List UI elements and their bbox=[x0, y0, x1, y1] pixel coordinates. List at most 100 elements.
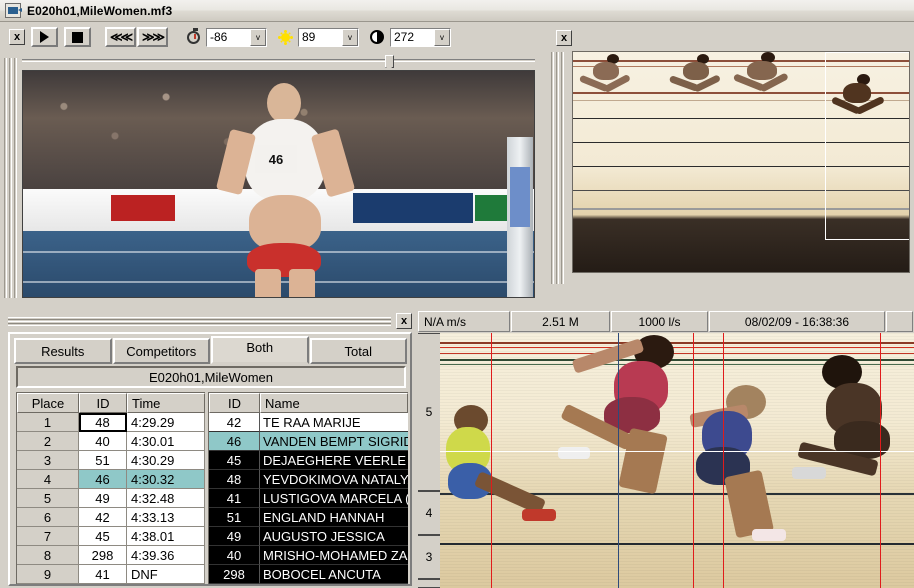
list-item[interactable]: 46 VANDEN BEMPT SIGRID bbox=[209, 432, 408, 451]
lane-marker[interactable]: 4 bbox=[418, 491, 440, 535]
photofinish-panel: N/A m/s 2.51 M 1000 l/s 08/02/09 - 16:38:36… bbox=[418, 306, 914, 588]
contrast-icon bbox=[368, 28, 386, 46]
list-item[interactable]: 298 BOBOCEL ANCUTA bbox=[209, 565, 408, 584]
slider-track[interactable] bbox=[22, 59, 535, 62]
tab-competitors[interactable]: Competitors bbox=[112, 338, 210, 364]
chevron-down-icon[interactable]: v bbox=[342, 28, 358, 46]
status-segment bbox=[886, 311, 913, 332]
measure-line-red[interactable] bbox=[693, 333, 694, 588]
chevron-down-icon[interactable]: v bbox=[434, 28, 450, 46]
brightness-sun-icon bbox=[276, 28, 294, 46]
lane-marker[interactable]: 3 bbox=[418, 535, 440, 579]
forward-button[interactable]: ≫≫ bbox=[137, 27, 168, 47]
column-header-competitor-id[interactable]: ID bbox=[209, 393, 260, 413]
column-header-id[interactable]: ID bbox=[79, 393, 127, 413]
bib-number: 46 bbox=[255, 145, 297, 173]
competitors-table[interactable]: ID Name 42 TE RAA MARIJE 46 VANDEN BEMPT SI… bbox=[208, 392, 408, 584]
video-panel-close-button[interactable]: x bbox=[9, 29, 25, 45]
list-item[interactable]: 40 MRISHO-MOHAMED ZAK bbox=[209, 546, 408, 565]
table-row[interactable]: 9 41 DNF bbox=[17, 565, 205, 584]
column-header-time[interactable]: Time bbox=[127, 393, 205, 413]
photofinish-runner bbox=[444, 405, 562, 525]
cell-time: 4:33.13 bbox=[127, 508, 205, 527]
cell-time: 4:32.48 bbox=[127, 489, 205, 508]
list-item[interactable]: 42 TE RAA MARIJE bbox=[209, 413, 408, 432]
rewind-button[interactable]: ≪≪ bbox=[105, 27, 136, 47]
table-row[interactable]: 3 51 4:30.29 bbox=[17, 451, 205, 470]
time-offset-value: -86 bbox=[207, 28, 250, 46]
filmstrip-selection-box[interactable] bbox=[825, 52, 909, 240]
cell-competitor-id: 42 bbox=[209, 413, 260, 432]
cell-id: 48 bbox=[79, 413, 127, 432]
filmstrip-panel: x bbox=[547, 22, 914, 306]
cell-competitor-id: 48 bbox=[209, 470, 260, 489]
list-item[interactable]: 45 DEJAEGHERE VEERLE bbox=[209, 451, 408, 470]
cell-id: 41 bbox=[79, 565, 127, 584]
contrast-field-group: 272 v bbox=[368, 27, 451, 47]
cell-time: 4:30.32 bbox=[127, 470, 205, 489]
tab-results[interactable]: Results bbox=[14, 338, 112, 364]
results-table-header: Place ID Time bbox=[17, 393, 205, 413]
window-title: E020h01,MileWomen.mf3 bbox=[27, 3, 173, 18]
panel-drag-grip[interactable] bbox=[8, 316, 391, 326]
video-camera-icon bbox=[5, 3, 22, 18]
video-frame[interactable]: 46 bbox=[22, 70, 535, 298]
photofinish-runner bbox=[792, 355, 914, 505]
results-panel-body: Results Competitors Both Total E020h01,M… bbox=[8, 332, 412, 586]
filmstrip-image[interactable] bbox=[572, 51, 910, 273]
photofinish-status-bar: N/A m/s 2.51 M 1000 l/s 08/02/09 - 16:38:36 bbox=[418, 311, 914, 332]
playback-toolbar: x ≪≪ ≫≫ -86 v 89 v 272 v bbox=[0, 22, 547, 52]
competitors-table-body: 42 TE RAA MARIJE 46 VANDEN BEMPT SIGRID 45 DE… bbox=[209, 413, 408, 584]
chevron-down-icon[interactable]: v bbox=[250, 28, 266, 46]
table-row[interactable]: 7 45 4:38.01 bbox=[17, 527, 205, 546]
time-offset-combo[interactable]: -86 v bbox=[206, 27, 267, 47]
lane-marker[interactable] bbox=[418, 579, 440, 588]
column-header-name[interactable]: Name bbox=[260, 393, 408, 413]
video-position-slider[interactable] bbox=[22, 55, 535, 72]
photofinish-image[interactable] bbox=[440, 333, 914, 588]
measure-line-red[interactable] bbox=[880, 333, 881, 588]
measure-line-red[interactable] bbox=[723, 333, 724, 588]
table-row[interactable]: 2 40 4:30.01 bbox=[17, 432, 205, 451]
results-panel-close-button[interactable]: x bbox=[396, 313, 412, 329]
tab-both[interactable]: Both bbox=[211, 336, 309, 364]
table-row[interactable]: 4 46 4:30.32 bbox=[17, 470, 205, 489]
cell-competitor-id: 40 bbox=[209, 546, 260, 565]
measure-line-red[interactable] bbox=[491, 333, 492, 588]
filmstrip-close-button[interactable]: x bbox=[556, 30, 572, 46]
lane-marker[interactable]: 5 bbox=[418, 333, 440, 491]
cell-competitor-name: LUSTIGOVA MARCELA (I bbox=[260, 489, 408, 508]
cell-id: 40 bbox=[79, 432, 127, 451]
tab-total[interactable]: Total bbox=[309, 338, 407, 364]
tab-total-label: Total bbox=[344, 343, 372, 359]
list-item[interactable]: 49 AUGUSTO JESSICA bbox=[209, 527, 408, 546]
cell-id: 49 bbox=[79, 489, 127, 508]
play-button[interactable] bbox=[31, 27, 58, 47]
slider-thumb[interactable] bbox=[384, 55, 394, 72]
table-row[interactable]: 8 298 4:39.36 bbox=[17, 546, 205, 565]
table-row[interactable]: 1 48 4:29.29 bbox=[17, 413, 205, 432]
cell-place: 4 bbox=[17, 470, 79, 489]
horizontal-cursor-line[interactable] bbox=[440, 451, 914, 452]
brightness-combo[interactable]: 89 v bbox=[298, 27, 359, 47]
cell-time: 4:30.01 bbox=[127, 432, 205, 451]
measure-line-blue[interactable] bbox=[618, 333, 619, 588]
cell-competitor-id: 46 bbox=[209, 432, 260, 451]
list-item[interactable]: 48 YEVDOKIMOVA NATALYA bbox=[209, 470, 408, 489]
column-header-place[interactable]: Place bbox=[17, 393, 79, 413]
cell-competitor-name: MRISHO-MOHAMED ZAK bbox=[260, 546, 408, 565]
table-row[interactable]: 6 42 4:33.13 bbox=[17, 508, 205, 527]
stop-button[interactable] bbox=[64, 27, 91, 47]
time-offset-field-group: -86 v bbox=[184, 27, 267, 47]
video-panel: 46 bbox=[0, 52, 547, 306]
event-name-bar[interactable]: E020h01,MileWomen bbox=[16, 366, 406, 388]
contrast-combo[interactable]: 272 v bbox=[390, 27, 451, 47]
results-table[interactable]: Place ID Time 1 48 4:29.29 2 40 4:30.01 3 51 4:3… bbox=[16, 392, 205, 584]
cell-id: 45 bbox=[79, 527, 127, 546]
brightness-value: 89 bbox=[299, 28, 342, 46]
list-item[interactable]: 41 LUSTIGOVA MARCELA (I bbox=[209, 489, 408, 508]
cell-competitor-id: 298 bbox=[209, 565, 260, 584]
results-table-body: 1 48 4:29.29 2 40 4:30.01 3 51 4:30.29 4 46 4:30.32… bbox=[17, 413, 205, 584]
table-row[interactable]: 5 49 4:32.48 bbox=[17, 489, 205, 508]
list-item[interactable]: 51 ENGLAND HANNAH bbox=[209, 508, 408, 527]
